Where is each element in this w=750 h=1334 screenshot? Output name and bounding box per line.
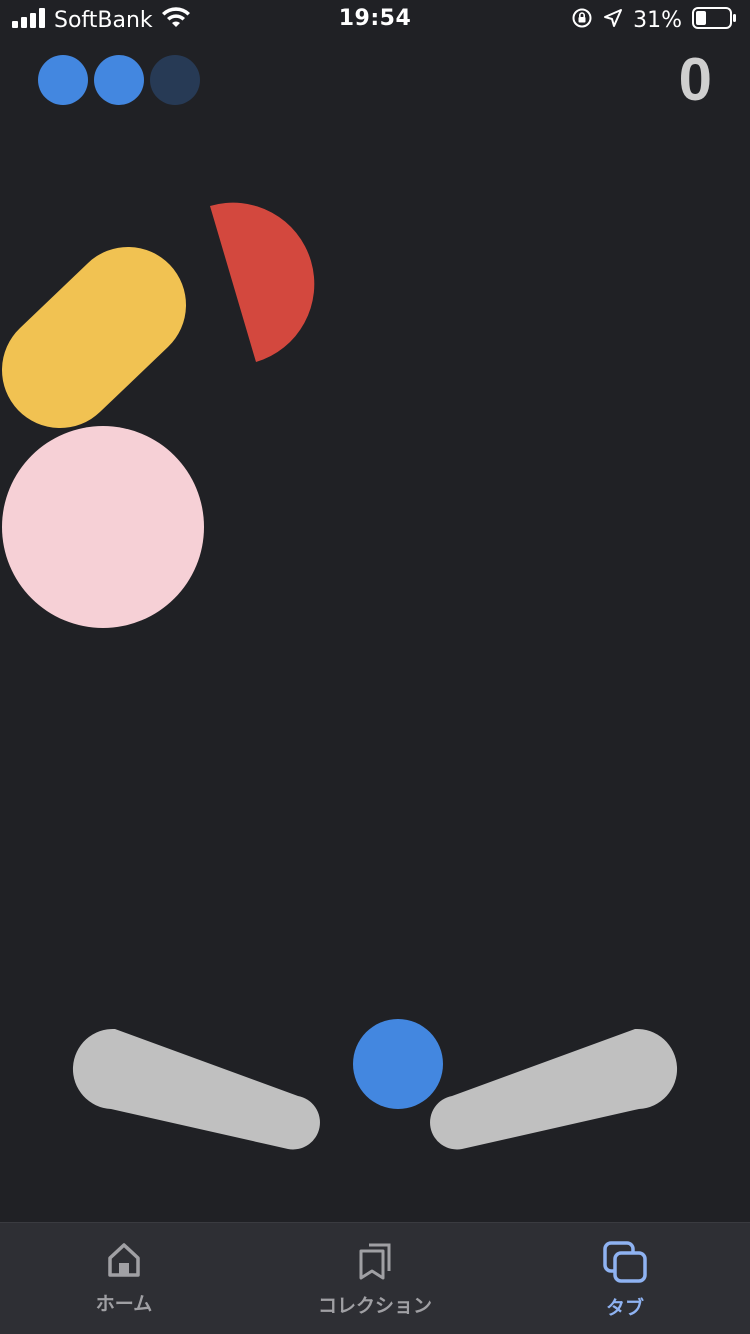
tab-collection-label: コレクション [317, 1295, 432, 1317]
game-area[interactable]: 0 [0, 40, 750, 1222]
tab-tabs-label: タブ [605, 1297, 644, 1319]
right-flipper[interactable] [430, 1028, 678, 1150]
battery-icon [692, 7, 738, 33]
status-bar: SoftBank 19:54 31% [0, 0, 750, 40]
ball [353, 1019, 443, 1109]
tab-home-label: ホーム [95, 1293, 153, 1315]
location-icon [603, 8, 623, 32]
screen: SoftBank 19:54 31% 0 ホーム コレクション タブ [0, 0, 750, 1334]
home-icon [106, 1241, 142, 1283]
tabs-icon [603, 1241, 647, 1287]
battery-percent: 31% [633, 7, 682, 33]
orientation-lock-icon [571, 7, 593, 33]
left-flipper[interactable] [72, 1028, 320, 1150]
red-semicircle-bumper [210, 202, 315, 362]
yellow-pill-bumper [2, 247, 186, 428]
tab-tabs[interactable]: タブ [525, 1241, 725, 1320]
bookmarks-icon [357, 1241, 393, 1285]
status-right: 31% [571, 6, 738, 34]
tab-collection[interactable]: コレクション [275, 1241, 475, 1318]
pink-round-bumper [2, 426, 204, 628]
tab-bar: ホーム コレクション タブ [0, 1222, 750, 1334]
playfield [2, 202, 678, 1150]
tab-home[interactable]: ホーム [24, 1241, 224, 1316]
